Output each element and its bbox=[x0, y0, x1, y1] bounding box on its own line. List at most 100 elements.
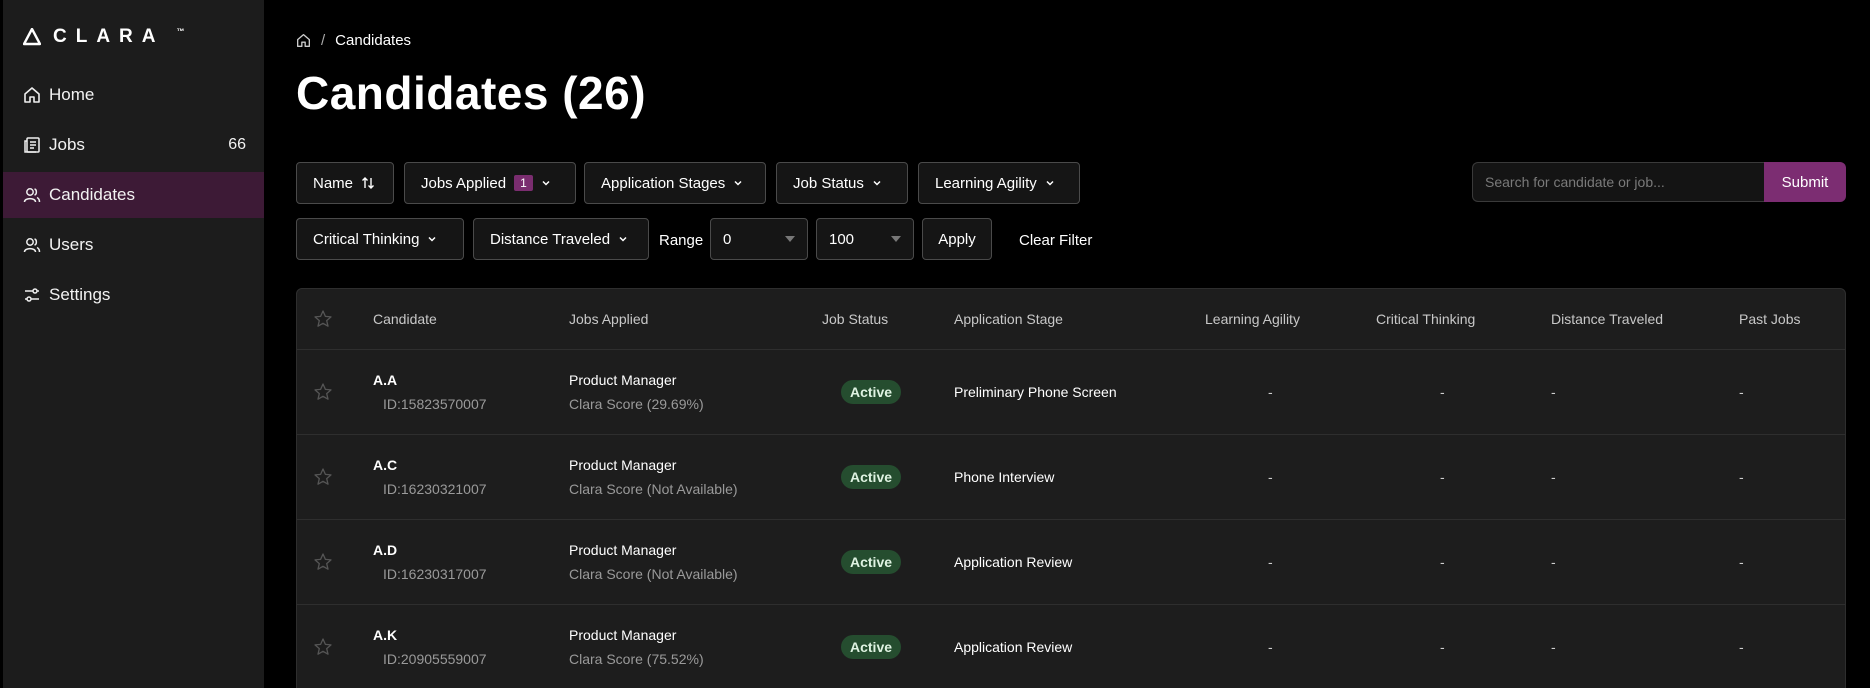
clara-score: Clara Score (29.69%) bbox=[569, 396, 704, 412]
apply-button[interactable]: Apply bbox=[922, 218, 992, 260]
header-application-stage[interactable]: Application Stage bbox=[954, 311, 1063, 327]
distance-traveled-value: - bbox=[1551, 639, 1556, 655]
application-stage: Preliminary Phone Screen bbox=[954, 384, 1117, 400]
header-jobs-applied[interactable]: Jobs Applied bbox=[569, 311, 648, 327]
critical-thinking-value: - bbox=[1440, 384, 1445, 400]
breadcrumb-current: Candidates bbox=[335, 32, 412, 49]
clara-logo-icon bbox=[23, 28, 41, 46]
candidate-cell[interactable]: A.C ID:16230321007 bbox=[373, 457, 487, 497]
sidebar-nav: Home Jobs 66 Candidates Users Settings bbox=[3, 72, 264, 322]
job-title[interactable]: Product Manager bbox=[569, 627, 704, 643]
sidebar-item-label: Settings bbox=[49, 285, 111, 304]
header-candidate[interactable]: Candidate bbox=[373, 311, 437, 327]
clear-filter-button[interactable]: Clear Filter bbox=[1019, 232, 1092, 249]
table-row[interactable]: A.A ID:15823570007 Product Manager Clara… bbox=[297, 350, 1845, 435]
header-job-status[interactable]: Job Status bbox=[822, 311, 888, 327]
clara-score: Clara Score (75.52%) bbox=[569, 651, 704, 667]
caret-down-icon bbox=[785, 236, 795, 242]
jobs-count: 66 bbox=[228, 136, 246, 153]
job-title[interactable]: Product Manager bbox=[569, 542, 738, 558]
range-max-select[interactable]: 100 bbox=[816, 218, 914, 260]
star-icon[interactable] bbox=[313, 552, 333, 572]
submit-button[interactable]: Submit bbox=[1764, 162, 1846, 202]
application-stage: Application Review bbox=[954, 554, 1073, 570]
settings-icon bbox=[25, 288, 39, 302]
candidate-name[interactable]: A.K bbox=[373, 627, 487, 643]
candidate-name[interactable]: A.A bbox=[373, 372, 487, 388]
chevron-down-icon bbox=[1046, 180, 1054, 186]
sidebar-item-settings[interactable]: Settings bbox=[3, 272, 264, 318]
job-status-filter[interactable]: Job Status bbox=[776, 162, 908, 204]
application-stage: Application Review bbox=[954, 639, 1073, 655]
range-max-value: 100 bbox=[829, 230, 855, 248]
application-stages-label: Application Stages bbox=[601, 174, 726, 192]
job-status-label: Job Status bbox=[793, 174, 864, 192]
jobs-applied-cell: Product Manager Clara Score (75.52%) bbox=[569, 627, 704, 667]
jobs-applied-cell: Product Manager Clara Score (Not Availab… bbox=[569, 457, 738, 497]
candidate-name[interactable]: A.C bbox=[373, 457, 487, 473]
star-icon[interactable] bbox=[313, 309, 333, 329]
header-critical-thinking[interactable]: Critical Thinking bbox=[1376, 311, 1475, 327]
logo-text: CLARA bbox=[53, 26, 165, 47]
distance-traveled-filter[interactable]: Distance Traveled bbox=[473, 218, 649, 260]
jobs-applied-label: Jobs Applied bbox=[421, 174, 507, 192]
table-row[interactable]: A.D ID:16230317007 Product Manager Clara… bbox=[297, 520, 1845, 605]
chevron-down-icon bbox=[734, 180, 742, 186]
distance-traveled-value: - bbox=[1551, 384, 1556, 400]
learning-agility-value: - bbox=[1268, 639, 1273, 655]
table-row[interactable]: A.K ID:20905559007 Product Manager Clara… bbox=[297, 605, 1845, 688]
job-title[interactable]: Product Manager bbox=[569, 457, 738, 473]
sidebar-item-label: Jobs bbox=[49, 135, 85, 154]
distance-traveled-label: Distance Traveled bbox=[490, 230, 611, 248]
candidate-cell[interactable]: A.A ID:15823570007 bbox=[373, 372, 487, 412]
breadcrumb-separator: / bbox=[321, 32, 326, 49]
candidate-id: ID:16230317007 bbox=[383, 566, 487, 582]
sidebar-item-users[interactable]: Users bbox=[3, 222, 264, 268]
main-content: / Candidates Candidates (26) Name Jobs A… bbox=[264, 0, 1870, 688]
chevron-down-icon bbox=[873, 180, 881, 186]
range-min-select[interactable]: 0 bbox=[710, 218, 808, 260]
past-jobs-value: - bbox=[1739, 469, 1744, 485]
name-sort-button[interactable]: Name bbox=[296, 162, 394, 204]
logo-trademark: ™ bbox=[176, 26, 185, 36]
candidate-id: ID:16230321007 bbox=[383, 481, 487, 497]
sidebar-item-jobs[interactable]: Jobs 66 bbox=[3, 122, 264, 168]
chevron-down-icon bbox=[619, 236, 627, 242]
candidate-cell[interactable]: A.D ID:16230317007 bbox=[373, 542, 487, 582]
header-learning-agility[interactable]: Learning Agility bbox=[1205, 311, 1300, 327]
star-icon[interactable] bbox=[313, 382, 333, 402]
sidebar-item-label: Home bbox=[49, 85, 95, 104]
status-badge: Active bbox=[841, 635, 902, 659]
application-stages-filter[interactable]: Application Stages bbox=[584, 162, 766, 204]
sidebar-item-candidates[interactable]: Candidates bbox=[3, 172, 264, 218]
jobs-applied-cell: Product Manager Clara Score (29.69%) bbox=[569, 372, 704, 412]
job-title[interactable]: Product Manager bbox=[569, 372, 704, 388]
table-header-row: Candidate Jobs Applied Job Status Applic… bbox=[297, 289, 1845, 350]
candidate-cell[interactable]: A.K ID:20905559007 bbox=[373, 627, 487, 667]
breadcrumb: / Candidates bbox=[296, 32, 411, 49]
learning-agility-label: Learning Agility bbox=[935, 174, 1037, 192]
candidate-id: ID:20905559007 bbox=[383, 651, 487, 667]
star-icon[interactable] bbox=[313, 637, 333, 657]
learning-agility-filter[interactable]: Learning Agility bbox=[918, 162, 1080, 204]
critical-thinking-filter[interactable]: Critical Thinking bbox=[296, 218, 464, 260]
header-past-jobs[interactable]: Past Jobs bbox=[1739, 311, 1800, 327]
past-jobs-value: - bbox=[1739, 384, 1744, 400]
distance-traveled-value: - bbox=[1551, 554, 1556, 570]
clara-score: Clara Score (Not Available) bbox=[569, 481, 738, 497]
status-badge: Active bbox=[841, 380, 902, 404]
jobs-applied-count-badge: 1 bbox=[514, 175, 533, 191]
distance-traveled-value: - bbox=[1551, 469, 1556, 485]
header-distance-traveled[interactable]: Distance Traveled bbox=[1551, 311, 1663, 327]
candidate-name[interactable]: A.D bbox=[373, 542, 487, 558]
clara-logo[interactable]: CLARA ™ bbox=[23, 26, 185, 48]
search-input[interactable] bbox=[1472, 162, 1764, 202]
star-icon[interactable] bbox=[313, 467, 333, 487]
table-row[interactable]: A.C ID:16230321007 Product Manager Clara… bbox=[297, 435, 1845, 520]
home-icon[interactable] bbox=[296, 33, 311, 48]
users-icon bbox=[23, 238, 41, 253]
jobs-applied-filter[interactable]: Jobs Applied 1 bbox=[404, 162, 576, 204]
users-icon bbox=[23, 188, 41, 203]
sidebar-item-home[interactable]: Home bbox=[3, 72, 264, 118]
past-jobs-value: - bbox=[1739, 639, 1744, 655]
